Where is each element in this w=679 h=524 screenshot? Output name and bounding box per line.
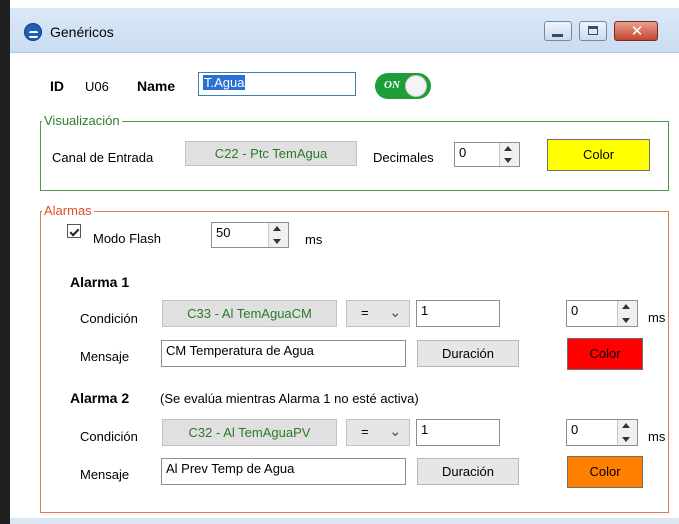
visualizacion-color-label: Color [582, 147, 615, 162]
alarma1-threshold-input[interactable]: 1 [416, 300, 500, 327]
alarma1-condicion-channel-button[interactable]: C33 - Al TemAguaCM [162, 300, 337, 327]
visualizacion-legend: Visualización [42, 113, 122, 128]
alarma1-threshold-value: 1 [421, 303, 429, 318]
close-icon: ✕ [630, 22, 644, 40]
alarma1-condicion-label: Condición [80, 311, 138, 326]
alarma2-threshold-value: 1 [421, 422, 429, 437]
name-input-value: T.Agua [203, 75, 246, 90]
chevron-down-icon: ⌄ [389, 422, 402, 440]
alarma2-mensaje-value: Al Prev Temp de Agua [166, 461, 295, 476]
alarma2-delay-spin-arrows-icon[interactable] [617, 420, 637, 445]
id-label: ID [50, 78, 64, 94]
alarma2-title: Alarma 2 [70, 390, 130, 406]
alarma2-color-button[interactable]: Color [567, 456, 643, 488]
alarma1-mensaje-input[interactable]: CM Temperatura de Agua [161, 340, 406, 367]
visualizacion-color-button[interactable]: Color [547, 139, 650, 171]
window-left-border [0, 0, 10, 524]
id-value: U06 [85, 79, 109, 94]
alarma1-delay-unit: ms [648, 310, 666, 325]
decimales-label: Decimales [373, 150, 434, 165]
name-label: Name [137, 78, 176, 94]
alarma1-operator-value: = [361, 305, 369, 320]
window-title: Genéricos [50, 24, 114, 40]
alarma2-delay-unit: ms [648, 429, 666, 444]
modo-flash-unit: ms [305, 232, 323, 247]
alarma2-condicion-label: Condición [80, 429, 138, 444]
modo-flash-value: 50 [216, 225, 231, 240]
alarma2-mensaje-input[interactable]: Al Prev Temp de Agua [161, 458, 406, 485]
decimales-value: 0 [459, 145, 467, 160]
alarma2-color-label: Color [589, 464, 621, 479]
decimales-spin-arrows-icon[interactable] [499, 143, 519, 166]
alarma2-duracion-button[interactable]: Duración [417, 458, 519, 485]
alarma2-mensaje-label: Mensaje [80, 467, 130, 482]
window-bottom-edge [10, 518, 679, 524]
name-input[interactable]: T.Agua [198, 72, 356, 96]
app-icon [24, 23, 42, 41]
alarma1-color-label: Color [589, 346, 621, 361]
window-top-edge [0, 0, 679, 8]
alarma2-operator-value: = [361, 424, 369, 439]
alarma2-note: (Se evalúa mientras Alarma 1 no esté act… [160, 391, 419, 406]
minimize-button[interactable] [544, 21, 572, 41]
alarmas-legend: Alarmas [42, 203, 94, 218]
chevron-down-icon: ⌄ [389, 303, 402, 321]
alarma1-title: Alarma 1 [70, 274, 130, 290]
alarma1-operator-dropdown[interactable]: = ⌄ [346, 300, 410, 327]
alarma1-mensaje-value: CM Temperatura de Agua [166, 343, 314, 358]
alarma1-mensaje-label: Mensaje [80, 349, 130, 364]
alarma1-duracion-button[interactable]: Duración [417, 340, 519, 367]
modo-flash-spin-arrows-icon[interactable] [268, 223, 288, 247]
alarma1-delay-spin-arrows-icon[interactable] [617, 301, 637, 326]
alarma2-delay-value: 0 [571, 422, 579, 437]
modo-flash-label: Modo Flash [93, 231, 161, 246]
maximize-icon [588, 26, 598, 35]
toggle-label: ON [384, 79, 400, 91]
alarma1-color-button[interactable]: Color [567, 338, 643, 370]
alarma2-threshold-input[interactable]: 1 [416, 419, 500, 446]
canal-entrada-button[interactable]: C22 - Ptc TemAgua [185, 141, 357, 166]
toggle-knob[interactable] [405, 75, 427, 97]
alarma2-condicion-channel-button[interactable]: C32 - Al TemAguaPV [162, 419, 337, 446]
minimize-icon [552, 34, 563, 37]
canal-label: Canal de Entrada [52, 150, 154, 165]
alarma2-operator-dropdown[interactable]: = ⌄ [346, 419, 410, 446]
alarma1-delay-value: 0 [571, 303, 579, 318]
